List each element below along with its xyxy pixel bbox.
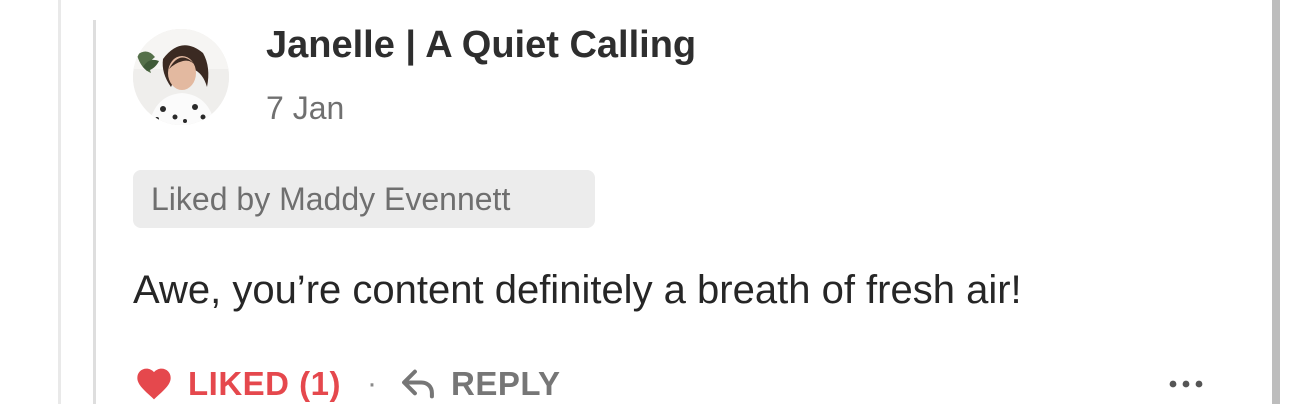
- comment-text: Awe, you’re content definitely a breath …: [133, 268, 1022, 312]
- scrollbar-edge: [1272, 0, 1280, 404]
- liked-by-badge: Liked by Maddy Evennett: [133, 170, 595, 228]
- avatar-image: [133, 29, 229, 125]
- more-dots-icon: [1169, 380, 1203, 388]
- author-name[interactable]: Janelle | A Quiet Calling: [266, 24, 696, 67]
- like-button[interactable]: LIKED (1): [134, 364, 341, 404]
- action-separator: ·: [367, 367, 377, 400]
- reply-arrow-icon: [402, 369, 434, 399]
- avatar[interactable]: [133, 29, 229, 125]
- reply-label: REPLY: [451, 365, 561, 402]
- heart-icon: [137, 368, 171, 400]
- reply-thread-line: [93, 20, 96, 404]
- more-options-button[interactable]: [1164, 370, 1208, 398]
- comment-date[interactable]: 7 Jan: [266, 90, 344, 127]
- outer-thread-line: [58, 0, 61, 404]
- reply-button[interactable]: REPLY: [399, 365, 561, 403]
- comment-actions: LIKED (1) · REPLY: [134, 362, 561, 406]
- like-label: LIKED (1): [188, 365, 341, 402]
